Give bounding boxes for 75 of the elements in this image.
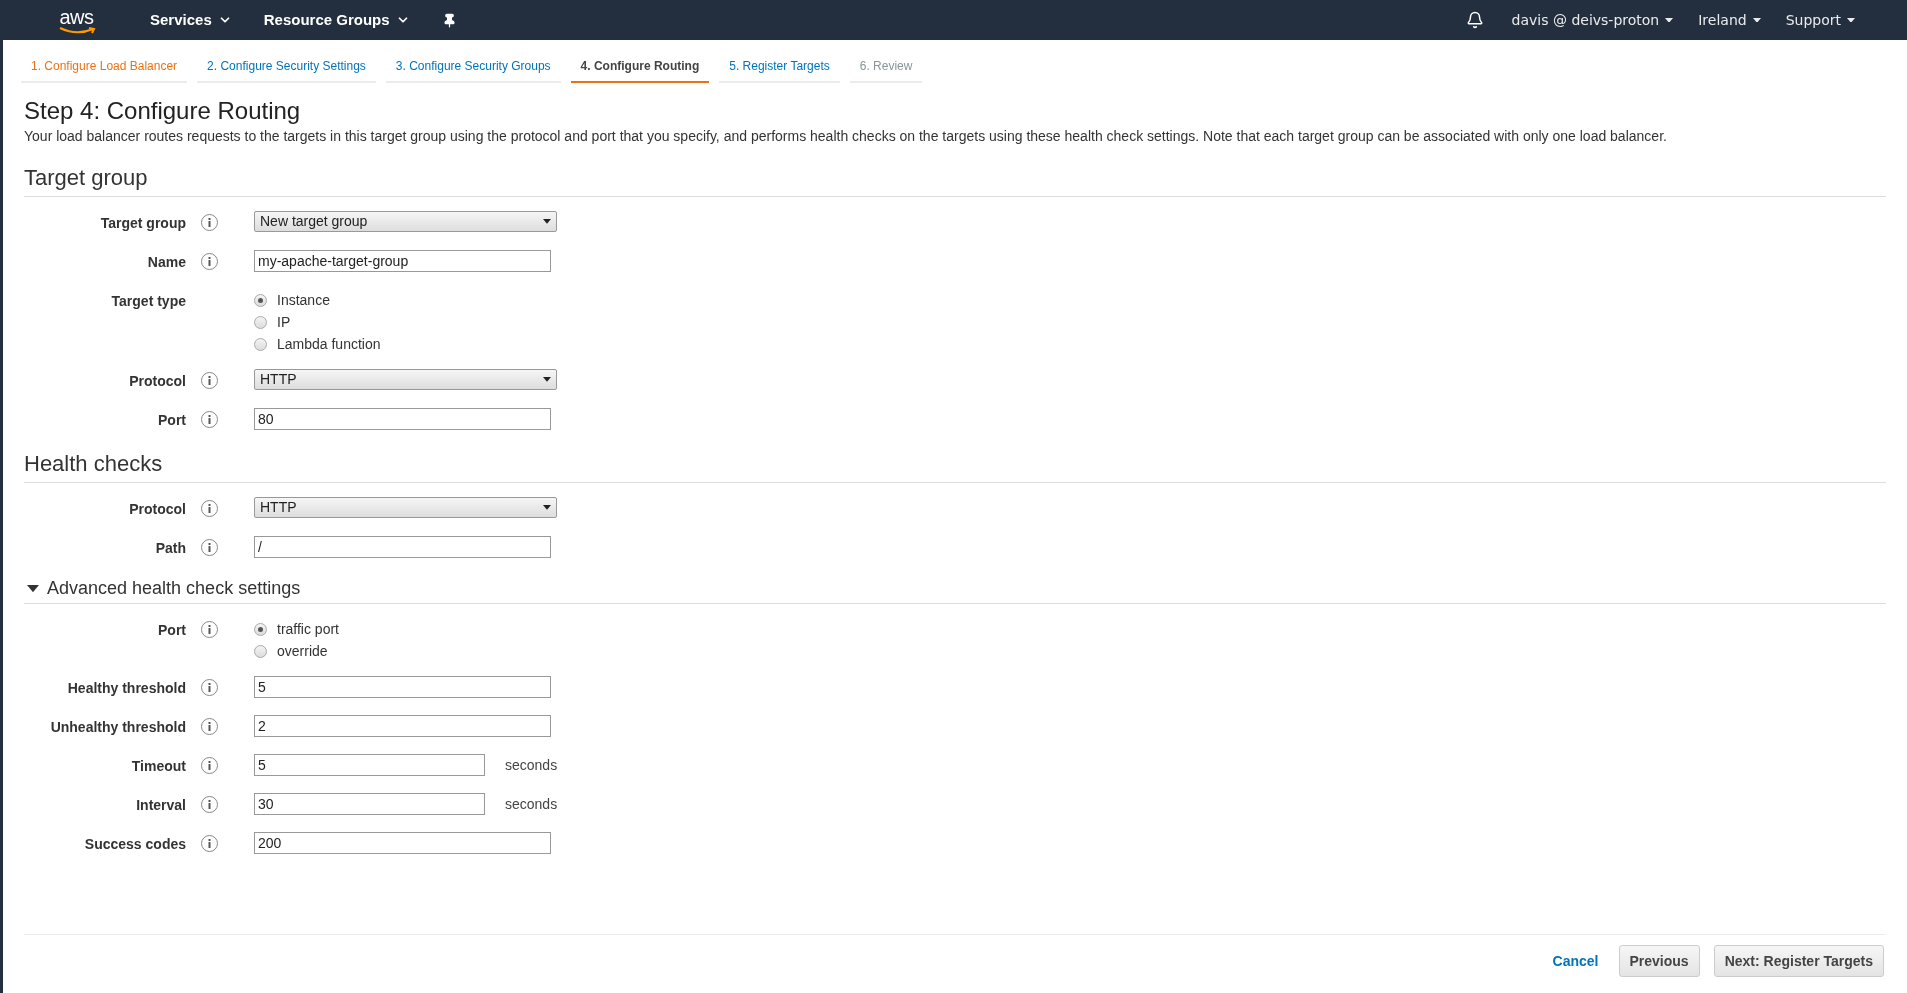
wizard-button[interactable]: Previous <box>1618 945 1700 977</box>
nav-menu[interactable]: Ireland <box>1698 9 1761 31</box>
field-label: Target group <box>100 214 186 233</box>
caret-icon <box>543 219 551 224</box>
cancel-link[interactable]: Cancel <box>1552 950 1599 972</box>
info-icon[interactable] <box>201 835 218 852</box>
unit-label: seconds <box>505 755 558 775</box>
info-icon[interactable] <box>201 500 218 517</box>
page-title: Step 4: Configure Routing <box>24 97 302 125</box>
info-icon[interactable] <box>201 796 218 813</box>
radio-label[interactable]: Lambda function <box>277 333 381 355</box>
caret-icon <box>543 505 551 510</box>
caret-icon <box>1847 17 1855 23</box>
caret-icon <box>1665 17 1674 23</box>
wizard-button[interactable]: Next: Register Targets <box>1713 945 1884 977</box>
radio-label[interactable]: override <box>277 640 328 662</box>
input-field[interactable]: 30 <box>254 793 485 815</box>
field-label: Port <box>158 411 186 430</box>
field-label: Name <box>147 253 186 272</box>
radio-button[interactable] <box>254 644 267 658</box>
input-field[interactable]: my-apache-target-group <box>254 250 551 272</box>
info-icon[interactable] <box>201 718 218 735</box>
radio-label[interactable]: IP <box>277 311 291 333</box>
radio-button[interactable] <box>254 293 267 307</box>
caret-icon[interactable] <box>27 584 39 593</box>
wizard-step-tab[interactable]: 2. Configure Security Settings <box>197 56 376 83</box>
field-label: Protocol <box>129 372 186 391</box>
input-field[interactable]: 5 <box>254 676 551 698</box>
wizard-step-tab[interactable]: 4. Configure Routing <box>570 56 710 83</box>
info-icon[interactable] <box>201 253 218 270</box>
aws-logo[interactable]: aws <box>57 6 96 34</box>
info-icon[interactable] <box>201 621 218 638</box>
field-label: Timeout <box>131 757 186 776</box>
input-field[interactable]: 200 <box>254 832 551 854</box>
pin-icon[interactable] <box>441 12 457 28</box>
radio-button[interactable] <box>254 337 267 351</box>
input-field[interactable]: 80 <box>254 408 551 430</box>
field-label: Path <box>155 539 186 558</box>
field-label: Port <box>158 621 186 640</box>
nav-menu[interactable]: davis @ deivs-proton <box>1511 9 1674 31</box>
info-icon[interactable] <box>201 214 218 231</box>
radio-label[interactable]: Instance <box>277 289 330 311</box>
info-icon[interactable] <box>201 757 218 774</box>
info-icon[interactable] <box>201 372 218 389</box>
unit-label: seconds <box>505 794 558 814</box>
notifications-icon[interactable] <box>1465 11 1484 29</box>
wizard-step-tab[interactable]: 5. Register Targets <box>719 56 840 83</box>
input-field[interactable]: 2 <box>254 715 551 737</box>
wizard-step-tab[interactable]: 3. Configure Security Groups <box>385 56 561 83</box>
select-field[interactable]: New target group <box>254 211 557 232</box>
caret-icon <box>543 377 551 382</box>
nav-menu[interactable]: Resource Groups <box>263 8 410 32</box>
field-label: Target type <box>111 292 186 311</box>
section-heading: Health checks <box>24 450 163 478</box>
field-label: Interval <box>136 796 186 815</box>
section-heading: Target group <box>24 164 148 192</box>
radio-button[interactable] <box>254 622 267 636</box>
input-field[interactable]: 5 <box>254 754 485 776</box>
field-label: Protocol <box>129 500 186 519</box>
field-label: Unhealthy threshold <box>50 718 186 737</box>
section-heading[interactable]: Advanced health check settings <box>47 575 301 602</box>
input-field[interactable]: / <box>254 536 551 558</box>
nav-menu[interactable]: Support <box>1785 9 1855 31</box>
page-description: Your load balancer routes requests to the targets in this target group using the protocol and port that you specify, and performs health checks on the targets using these health check settings. Note that each target group can be associated with only one load balancer. <box>24 127 1668 146</box>
nav-menu[interactable]: Services <box>150 8 232 32</box>
field-label: Success codes <box>84 835 186 854</box>
info-icon[interactable] <box>201 679 218 696</box>
info-icon[interactable] <box>201 539 218 556</box>
info-icon[interactable] <box>201 411 218 428</box>
select-field[interactable]: HTTP <box>254 497 557 518</box>
caret-icon <box>1752 17 1761 23</box>
select-field[interactable]: HTTP <box>254 369 557 390</box>
radio-label[interactable]: traffic port <box>277 618 339 640</box>
field-label: Healthy threshold <box>67 679 186 698</box>
radio-button[interactable] <box>254 315 267 329</box>
